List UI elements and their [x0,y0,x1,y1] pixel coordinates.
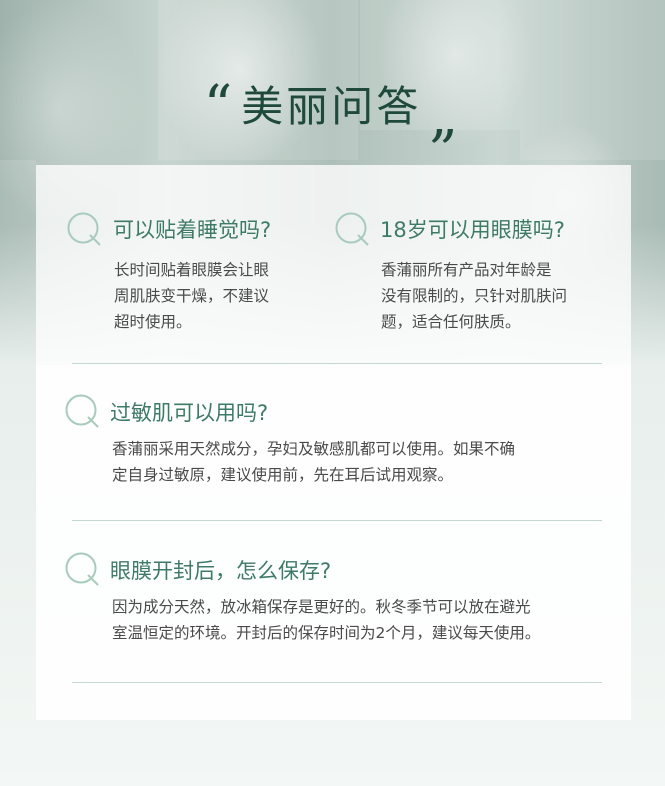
answer-4: 因为成分天然，放冰箱保存是更好的。秋冬季节可以放在避光 室温恒定的环境。开封后的… [112,594,540,646]
page-title-text: 美丽问答 [241,81,422,131]
answer-1: 长时间贴着眼膜会让眼 周肌肤变干燥，不建议 超时使用。 [114,257,269,335]
answer-3: 香蒲丽采用天然成分，孕妇及敏感肌都可以使用。如果不确 定自身过敏原，建议使用前，… [112,436,515,488]
close-quote-mark: „ [429,84,462,149]
section-divider [72,682,602,683]
q-letter-icon [334,210,372,248]
answer-line: 超时使用。 [114,313,192,331]
answer-line: 因为成分天然，放冰箱保存是更好的。秋冬季节可以放在避光 [112,598,531,616]
q-letter-icon [66,210,104,248]
answer-2: 香蒲丽所有产品对年龄是 没有限制的，只针对肌肤问 题，适合任何肤质。 [381,257,567,335]
section-divider [72,520,602,521]
answer-line: 长时间贴着眼膜会让眼 [114,261,270,279]
question-4: 眼膜开封后，怎么保存? [110,559,332,583]
answer-line: 题，适合任何肤质。 [381,313,521,331]
answer-line: 周肌肤变干燥，不建议 [114,287,270,305]
q-letter-icon [64,550,102,588]
answer-line: 定自身过敏原，建议使用前，先在耳后试用观察。 [112,466,454,484]
question-2: 18岁可以用眼膜吗? [380,218,565,242]
section-divider [72,363,602,364]
page-title: “ 美丽问答 „ [0,68,665,145]
answer-line: 香蒲丽所有产品对年龄是 [381,261,552,279]
answer-line: 香蒲丽采用天然成分，孕妇及敏感肌都可以使用。如果不确 [112,440,516,458]
question-3: 过敏肌可以用吗? [110,401,269,425]
answer-line: 没有限制的，只针对肌肤问 [381,287,568,305]
photo-tile [0,160,36,365]
question-1: 可以贴着睡觉吗? [113,218,272,242]
q-letter-icon [64,392,102,430]
open-quote-mark: “ [203,74,236,139]
answer-line: 室温恒定的环境。开封后的保存时间为2个月，建议每天使用。 [112,624,541,642]
